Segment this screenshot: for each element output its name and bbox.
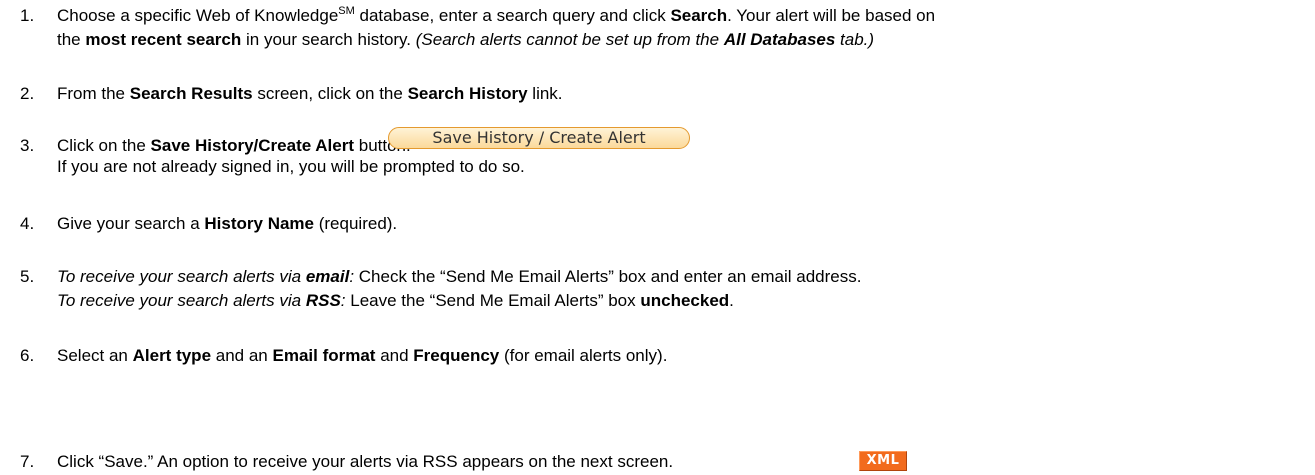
- save-history-create-alert-button[interactable]: Save History / Create Alert: [388, 127, 690, 149]
- step-1-line-1: Choose a specific Web of KnowledgeSM dat…: [57, 5, 936, 26]
- step-3-line-2: If you are not already signed in, you wi…: [57, 157, 525, 176]
- step-number: 5.: [20, 267, 35, 286]
- step-number: 3.: [20, 136, 35, 155]
- step-5-line-1: To receive your search alerts via email:…: [57, 267, 862, 286]
- step-6-line-1: Select an Alert type and an Email format…: [57, 346, 668, 365]
- step-7-line-1: Click “Save.” An option to receive your …: [57, 452, 674, 471]
- step-number: 4.: [20, 214, 35, 233]
- step-2-line-1: From the Search Results screen, click on…: [57, 84, 563, 103]
- step-1-line-2: the most recent search in your search hi…: [57, 30, 875, 49]
- step-5-line-2: To receive your search alerts via RSS: L…: [57, 291, 734, 310]
- step-number: 7.: [20, 452, 35, 471]
- step-3-line-1: Click on the Save History/Create Alert b…: [57, 136, 411, 155]
- service-mark: SM: [338, 5, 355, 17]
- step-number: 1.: [20, 6, 35, 25]
- step-number: 6.: [20, 346, 35, 365]
- xml-rss-icon[interactable]: XML: [859, 451, 907, 471]
- step-4-line-1: Give your search a History Name (require…: [57, 214, 398, 233]
- step-number: 2.: [20, 84, 35, 103]
